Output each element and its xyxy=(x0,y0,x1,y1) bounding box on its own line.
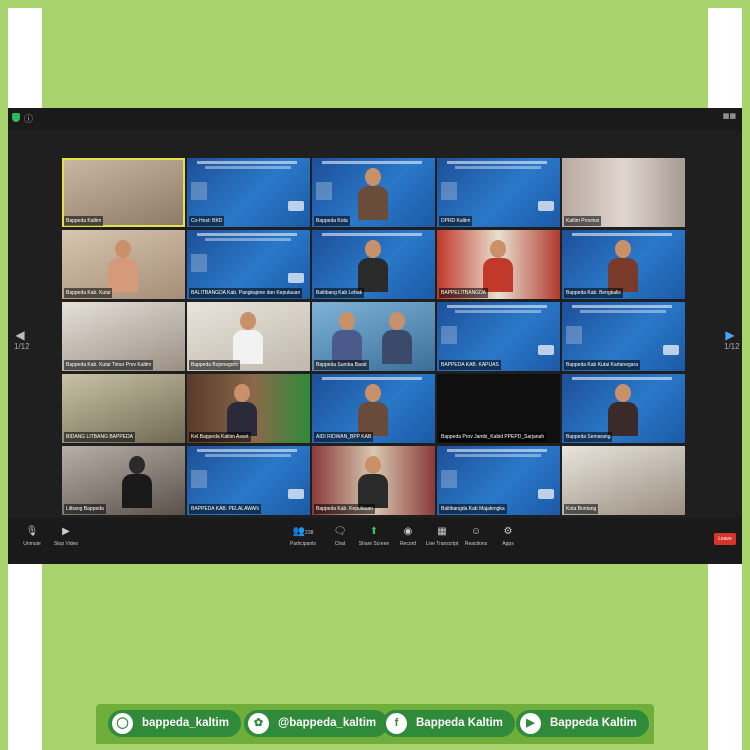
video-tile[interactable]: Bappeda Kab Kutai Kartanegara xyxy=(562,302,685,371)
page-indicator-right: 1/12 xyxy=(724,342,740,351)
youtube-icon: ▶ xyxy=(520,713,541,734)
next-page-button[interactable]: ▶ 1/12 xyxy=(724,328,740,351)
participant-name: Kota Bontang xyxy=(564,504,599,514)
meeting-toolbar: 🎙 Unmute ▶ Stop Video 👥238 Participants … xyxy=(8,518,742,564)
participant-name: Bappeda Kab Kutai Kartanegara xyxy=(564,360,640,370)
video-tile[interactable]: Bappeda Prov Jambi_Kabid PPEPD_Sarjanah xyxy=(437,374,560,443)
twitter-link[interactable]: ✿ @bappeda_kaltim xyxy=(244,710,389,737)
participant-name: Bappeda Prov Jambi_Kabid PPEPD_Sarjanah xyxy=(439,432,547,442)
participant-name: Bappeda Kota xyxy=(314,216,350,226)
participant-name: Bappeda Bojonegoro xyxy=(189,360,240,370)
participant-name: Bappeda Kab. Kepulauan xyxy=(314,504,375,514)
meeting-topbar: ⓘ ▦▦ xyxy=(8,108,742,130)
video-tile[interactable]: BAPPEDA KAB. KAPUAS xyxy=(437,302,560,371)
video-tile[interactable]: Bappeda Kaltim xyxy=(62,158,185,227)
apps-button[interactable]: ⚙ Apps xyxy=(488,526,528,547)
video-tile[interactable]: Co-Host: BKD xyxy=(187,158,310,227)
participant-name: Bappeda Kab. Bengkalis xyxy=(564,288,623,298)
youtube-link[interactable]: ▶ Bappeda Kaltim xyxy=(516,710,649,737)
instagram-link[interactable]: ◯ bappeda_kaltim xyxy=(108,710,241,737)
video-tile[interactable]: BAPPELITBANGDA xyxy=(437,230,560,299)
stop-video-button[interactable]: ▶ Stop Video xyxy=(46,526,86,547)
video-tile[interactable]: Bappeda Bojonegoro xyxy=(187,302,310,371)
green-border-top xyxy=(0,0,750,8)
security-shield-icon[interactable] xyxy=(12,113,20,122)
video-tile[interactable]: Kel.Bappeda Kaltim Asset xyxy=(187,374,310,443)
participant-name: AIDI RIDWAN_BPP KAB xyxy=(314,432,374,442)
video-tile[interactable]: Bappeda Sumba Barat xyxy=(312,302,435,371)
participant-name: Balitbang Kab Lebak xyxy=(314,288,365,298)
participant-name: Kel.Bappeda Kaltim Asset xyxy=(189,432,251,442)
participant-name: BAPPEDA KAB. KAPUAS xyxy=(439,360,501,370)
participants-count: 238 xyxy=(305,530,314,536)
video-tile[interactable]: Bappeda Kab. Bengkalis xyxy=(562,230,685,299)
participant-name: Bappeda Kab. Kutai Timur Prov Kaltim xyxy=(64,360,154,370)
video-tile[interactable]: BALITBANGDA Kab. Pangkajene dan Kepulaua… xyxy=(187,230,310,299)
video-tile[interactable]: Bappeda Kab. Kepulauan xyxy=(312,446,435,515)
video-tile[interactable]: BIDANG LITBANG BAPPEDA xyxy=(62,374,185,443)
social-media-bar: ◯ bappeda_kaltim ✿ @bappeda_kaltim f Bap… xyxy=(96,704,654,744)
view-grid-icon[interactable]: ▦▦ xyxy=(723,112,736,120)
participant-name: BAPPELITBANGDA xyxy=(439,288,489,298)
info-icon[interactable]: ⓘ xyxy=(24,112,34,124)
green-border-right xyxy=(742,0,750,750)
participant-name: BALITBANGDA Kab. Pangkajene dan Kepulaua… xyxy=(189,288,303,298)
video-tile[interactable]: Bappeda Kab. Kutai xyxy=(62,230,185,299)
video-tile[interactable]: Balitbang Kab Lebak xyxy=(312,230,435,299)
video-tile[interactable]: Balitbangda Kab Majalengka xyxy=(437,446,560,515)
video-camera-icon: ▶ xyxy=(62,526,70,537)
participant-name: Bappeda Kab. Kutai xyxy=(64,288,113,298)
video-tile[interactable]: Kota Bontang xyxy=(562,446,685,515)
page-frame: ⓘ ▦▦ ◀ 1/12 ▶ 1/12 Bappeda Kaltim Co-Hos… xyxy=(0,0,750,750)
participant-name: Litbang Bappeda xyxy=(64,504,106,514)
facebook-icon: f xyxy=(386,713,407,734)
zoom-meeting-window: ⓘ ▦▦ ◀ 1/12 ▶ 1/12 Bappeda Kaltim Co-Hos… xyxy=(8,108,742,564)
video-tile[interactable]: Litbang Bappeda xyxy=(62,446,185,515)
video-tile[interactable]: BAPPEDA KAB. PELALAWAN xyxy=(187,446,310,515)
facebook-link[interactable]: f Bappeda Kaltim xyxy=(382,710,515,737)
green-border-left xyxy=(0,0,8,750)
video-tile[interactable]: DPRD Kaltim xyxy=(437,158,560,227)
participant-name: Bappeda Kaltim xyxy=(64,216,104,226)
prev-page-button[interactable]: ◀ 1/12 xyxy=(14,328,30,351)
participant-name: Co-Host: BKD xyxy=(189,216,225,226)
video-tile[interactable]: Bappeda Semarang xyxy=(562,374,685,443)
apps-icon: ⚙ xyxy=(503,526,513,537)
twitter-icon: ✿ xyxy=(248,713,269,734)
leave-button[interactable]: Leave xyxy=(714,533,736,545)
participant-name: Bappeda Semarang xyxy=(564,432,613,442)
chevron-left-icon: ◀ xyxy=(15,328,25,342)
participant-name: BIDANG LITBANG BAPPEDA xyxy=(64,432,135,442)
participant-name: DPRD Kaltim xyxy=(439,216,473,226)
video-tile[interactable]: Kaltim Provinsi xyxy=(562,158,685,227)
video-tile[interactable]: Bappeda Kota xyxy=(312,158,435,227)
video-tile[interactable]: AIDI RIDWAN_BPP KAB xyxy=(312,374,435,443)
page-indicator-left: 1/12 xyxy=(14,342,30,351)
participant-name: Kaltim Provinsi xyxy=(564,216,602,226)
participant-name: Bappeda Sumba Barat xyxy=(314,360,369,370)
instagram-icon: ◯ xyxy=(112,713,133,734)
video-tile[interactable]: Bappeda Kab. Kutai Timur Prov Kaltim xyxy=(62,302,185,371)
video-gallery-grid: Bappeda Kaltim Co-Host: BKD Bappeda Kota… xyxy=(62,158,688,515)
participant-name: BAPPEDA KAB. PELALAWAN xyxy=(189,504,261,514)
participant-name: Balitbangda Kab Majalengka xyxy=(439,504,507,514)
chevron-right-icon: ▶ xyxy=(725,328,735,342)
